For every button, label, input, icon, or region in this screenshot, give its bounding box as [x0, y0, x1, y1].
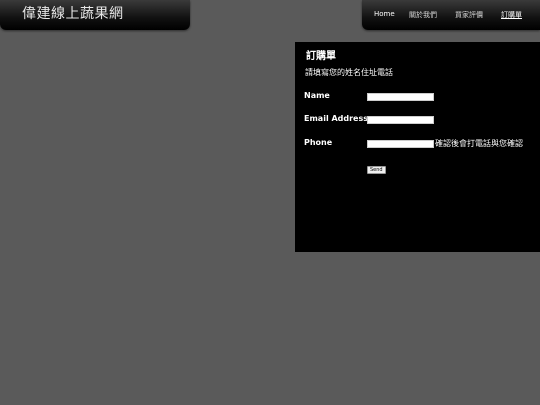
site-header-logo-bar: 偉建線上蔬果網 [0, 0, 190, 30]
send-button[interactable]: Send [367, 166, 386, 174]
phone-confirmation-note: 確認後會打電話與您確認 [435, 139, 523, 148]
order-form-panel: 訂購單 請填寫您的姓名住址電話 Name Email Address Phone… [295, 42, 540, 252]
main-navigation: Home 關於我們 買家評價 訂購單 [362, 0, 540, 30]
nav-item-home[interactable]: Home [374, 10, 395, 18]
site-logo-title[interactable]: 偉建線上蔬果網 [22, 3, 124, 23]
name-label: Name [304, 91, 330, 100]
order-form-instructions: 請填寫您的姓名住址電話 [305, 68, 393, 77]
order-form-title: 訂購單 [306, 51, 336, 62]
nav-item-about-us[interactable]: 關於我們 [409, 10, 437, 20]
email-address-label: Email Address [304, 114, 369, 123]
name-input[interactable] [367, 93, 434, 101]
email-address-input[interactable] [367, 116, 434, 124]
phone-label: Phone [304, 138, 333, 147]
nav-item-order-form[interactable]: 訂購單 [501, 10, 522, 20]
nav-item-buyer-reviews[interactable]: 買家評價 [455, 10, 483, 20]
phone-input[interactable] [367, 140, 434, 148]
